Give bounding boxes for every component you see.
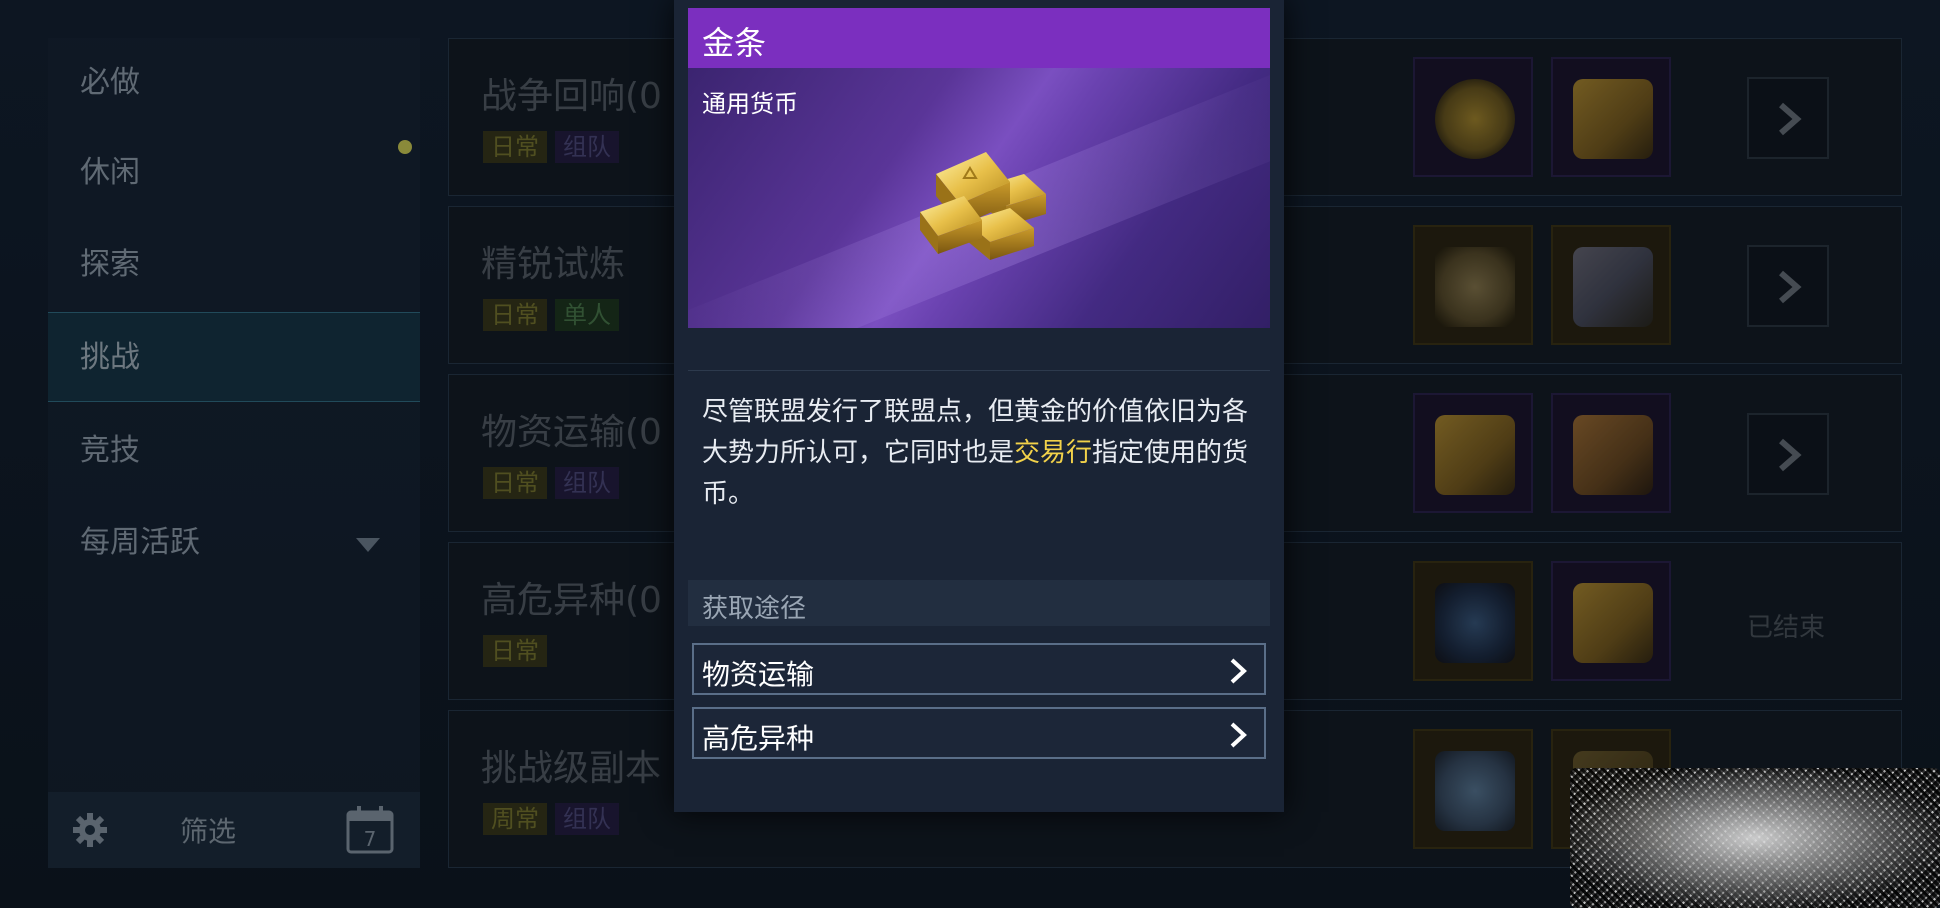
reward-slot[interactable] bbox=[1551, 561, 1671, 681]
reward-slot[interactable] bbox=[1413, 561, 1533, 681]
reward-slot[interactable] bbox=[1551, 57, 1671, 177]
item-name: 金条 bbox=[702, 24, 767, 62]
trading-house-link[interactable]: 交易行 bbox=[1014, 438, 1092, 468]
source-link-high-risk-variant[interactable]: 高危异种 bbox=[692, 707, 1266, 759]
tag-daily: 日常 bbox=[483, 299, 547, 331]
activity-title: 战争回响(0 bbox=[481, 76, 662, 117]
activity-title: 高危异种(0 bbox=[481, 580, 662, 621]
activity-title: 物资运输(0 bbox=[481, 412, 662, 453]
go-to-button[interactable] bbox=[1747, 413, 1829, 495]
source-section-header: 获取途径 bbox=[688, 580, 1270, 626]
sidebar-footer: 筛选 7 bbox=[48, 792, 420, 868]
activity-title: 精锐试炼 bbox=[481, 244, 626, 285]
qr-code-image bbox=[1570, 768, 1940, 908]
chevron-right-icon bbox=[1779, 438, 1802, 472]
tag-team: 组队 bbox=[555, 467, 619, 499]
tag-daily: 日常 bbox=[483, 635, 547, 667]
calendar-icon[interactable]: 7 bbox=[342, 802, 398, 858]
tag-team: 组队 bbox=[555, 803, 619, 835]
sidebar-item-weekly-active[interactable]: 每周活跃 bbox=[48, 498, 420, 588]
game-screen: 必做 休闲 探索 挑战 竞技 每周活跃 筛选 7 战争回响(0 日常 组队 精锐… bbox=[0, 0, 1940, 908]
notification-dot bbox=[398, 140, 412, 154]
sidebar-item-label: 挑战 bbox=[80, 340, 140, 375]
puzzle-piece-icon bbox=[1573, 415, 1653, 495]
sidebar-item-challenge[interactable]: 挑战 bbox=[48, 312, 420, 402]
source-section-title: 获取途径 bbox=[702, 594, 807, 624]
tag-daily: 日常 bbox=[483, 467, 547, 499]
gold-bars-icon bbox=[920, 152, 1046, 260]
item-banner: 通用货币 bbox=[688, 68, 1270, 328]
coin-medal-icon bbox=[1435, 79, 1515, 159]
item-description: 尽管联盟发行了联盟点，但黄金的价值依旧为各大势力所认可，它同时也是交易行指定使用… bbox=[702, 392, 1258, 515]
sidebar-item-label: 探索 bbox=[80, 247, 140, 282]
category-sidebar: 必做 休闲 探索 挑战 竞技 每周活跃 筛选 7 bbox=[48, 38, 420, 868]
reward-slot[interactable] bbox=[1413, 57, 1533, 177]
item-category: 通用货币 bbox=[702, 90, 798, 118]
go-to-button[interactable] bbox=[1747, 245, 1829, 327]
chevron-right-icon bbox=[1779, 270, 1802, 304]
reward-slot[interactable] bbox=[1413, 729, 1533, 849]
gold-bar-icon bbox=[1435, 415, 1515, 495]
tag-daily: 日常 bbox=[483, 131, 547, 163]
tag-solo: 单人 bbox=[555, 299, 619, 331]
tech-chip-icon bbox=[1435, 583, 1515, 663]
chevron-right-icon bbox=[1230, 722, 1247, 748]
sidebar-item-compete[interactable]: 竞技 bbox=[48, 406, 420, 496]
chevron-right-icon bbox=[1779, 102, 1802, 136]
caret-down-icon bbox=[356, 538, 380, 552]
reward-slot[interactable] bbox=[1551, 225, 1671, 345]
item-detail-popup: 金条 通用货币 尽管联盟发行了联盟点，但黄金的价值依旧为各大势力所认可，它同时也… bbox=[674, 0, 1284, 812]
tag-team: 组队 bbox=[555, 131, 619, 163]
gear-orb-icon bbox=[1435, 751, 1515, 831]
source-label: 高危异种 bbox=[702, 722, 815, 755]
calendar-day: 7 bbox=[364, 827, 377, 851]
reward-slot[interactable] bbox=[1551, 393, 1671, 513]
source-link-supply-transport[interactable]: 物资运输 bbox=[692, 643, 1266, 695]
gear-orb-icon bbox=[1435, 247, 1515, 327]
sidebar-item-leisure[interactable]: 休闲 bbox=[48, 128, 420, 218]
chevron-right-icon bbox=[1230, 658, 1247, 684]
activity-title: 挑战级副本 bbox=[481, 748, 662, 789]
ended-status: 已结束 bbox=[1747, 613, 1826, 643]
sidebar-item-label: 必做 bbox=[80, 65, 140, 100]
tag-weekly: 周常 bbox=[483, 803, 547, 835]
gear-icon[interactable] bbox=[70, 810, 110, 850]
sidebar-item-must-do[interactable]: 必做 bbox=[48, 38, 420, 128]
crystal-shards-icon bbox=[1573, 247, 1653, 327]
gold-bar-icon bbox=[1573, 79, 1653, 159]
filter-button[interactable]: 筛选 bbox=[180, 810, 236, 850]
sidebar-item-label: 竞技 bbox=[80, 433, 140, 468]
source-label: 物资运输 bbox=[702, 658, 815, 691]
sidebar-item-explore[interactable]: 探索 bbox=[48, 220, 420, 310]
item-title-bar: 金条 bbox=[688, 8, 1270, 68]
divider bbox=[688, 370, 1270, 371]
gold-bar-icon bbox=[1573, 583, 1653, 663]
sidebar-item-label: 休闲 bbox=[80, 155, 140, 190]
reward-slot[interactable] bbox=[1413, 225, 1533, 345]
sidebar-item-label: 每周活跃 bbox=[80, 525, 200, 560]
reward-slot[interactable] bbox=[1413, 393, 1533, 513]
go-to-button[interactable] bbox=[1747, 77, 1829, 159]
